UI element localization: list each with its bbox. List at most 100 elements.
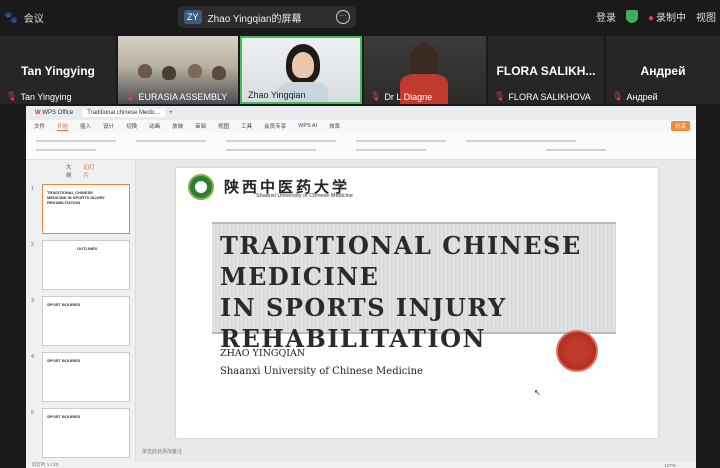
menu-tools[interactable]: 工具 — [241, 122, 252, 130]
slide-thumbnail[interactable]: SPORT INJURIES — [42, 352, 130, 402]
video-person — [138, 64, 152, 78]
ribbon-group — [226, 149, 316, 151]
slide-thumbnail[interactable]: SPORT INJURIES — [42, 296, 130, 346]
menu-view[interactable]: 视图 — [218, 122, 229, 130]
zoom-level[interactable]: 107% — [664, 463, 676, 468]
slide-number: 1 — [31, 186, 35, 192]
slide-number: 5 — [31, 410, 35, 416]
screen-share-indicator[interactable]: ZY Zhao Yingqian的屏幕 ··· — [178, 6, 356, 28]
sharer-avatar: ZY — [184, 10, 202, 24]
ribbon-group — [136, 140, 206, 142]
slide-author: ZHAO YINGQIAN — [220, 348, 306, 359]
status-bar: 幻灯片 1 / 23 107% — [26, 462, 696, 468]
ribbon-group — [356, 149, 426, 151]
menu-home[interactable]: 开始 — [57, 122, 69, 131]
participant-label: Dr L Diagne — [384, 91, 433, 102]
menu-transition[interactable]: 切换 — [126, 122, 137, 130]
slide-thumbnail[interactable]: OUTLINES — [42, 240, 130, 290]
video-person — [188, 64, 202, 78]
paw-icon: 🐾 — [4, 11, 18, 24]
title-banner: TRADITIONAL CHINESE MEDICINE IN SPORTS I… — [212, 222, 616, 353]
mic-muted-icon: 🎙 — [612, 91, 624, 101]
mic-muted-icon: 🎙 — [124, 91, 136, 101]
participant-gallery: Tan Yingying 🎙 Tan Yingying 🎙 EURASIA ASSE… — [0, 34, 720, 106]
video-person — [162, 66, 176, 80]
menu-file[interactable]: 文件 — [34, 122, 45, 130]
thumbnail-title: TRADITIONAL CHINESE MEDICINE IN SPORTS I… — [47, 190, 105, 205]
ribbon-group — [36, 140, 116, 142]
participant-label: Андрей — [626, 91, 658, 102]
ribbon-group — [356, 140, 446, 142]
slide-thumbnail[interactable]: SPORT INJURIES — [42, 408, 130, 458]
menu-design[interactable]: 设计 — [103, 122, 114, 130]
participant-tile[interactable]: 🎙 EURASIA ASSEMBLY — [118, 36, 238, 104]
menu-slideshow[interactable]: 放映 — [172, 122, 183, 130]
slide-affiliation: Shaanxi University of Chinese Medicine — [220, 366, 423, 377]
share-button[interactable]: 分享 — [670, 121, 690, 131]
shared-screen[interactable]: W WPS Office Traditional chinese Medic..… — [26, 106, 696, 468]
slide-title: TRADITIONAL CHINESE MEDICINE IN SPORTS I… — [220, 231, 582, 353]
current-slide[interactable]: 陕西中医药大学 Shaanxi University of Chinese Me… — [176, 168, 658, 438]
slide-counter: 幻灯片 1 / 23 — [32, 462, 59, 467]
login-button[interactable]: 登录 — [596, 9, 616, 24]
thumbnail-title: SPORT INJURIES — [47, 358, 81, 363]
menu-animation[interactable]: 动画 — [149, 122, 160, 130]
ribbon-group — [36, 149, 96, 151]
slide-thumbnail-panel: 大纲 幻灯片 1 TRADITIONAL CHINESE MEDICINE IN… — [26, 160, 136, 462]
ribbon-toolbar[interactable] — [26, 132, 696, 160]
video-person — [410, 44, 438, 78]
view-button[interactable]: 视图 — [696, 9, 716, 24]
recording-indicator[interactable]: ● 录制中 — [648, 9, 686, 24]
mouse-cursor-icon: ↖ — [534, 388, 541, 397]
ribbon-group — [466, 140, 576, 142]
menu-efficiency[interactable]: 效率 — [329, 122, 340, 130]
mic-muted-icon: 🎙 — [6, 91, 18, 101]
active-speaker-tile[interactable]: Zhao Yingqian — [240, 36, 362, 104]
wps-menu-bar: 文件 开始 插入 设计 切换 动画 放映 审阅 视图 工具 会员专享 WPS A… — [26, 120, 696, 132]
record-dot-icon: ● — [647, 13, 654, 24]
security-shield-icon[interactable] — [625, 10, 638, 23]
document-tab[interactable]: Traditional chinese Medic... — [82, 109, 166, 117]
slide-number: 3 — [31, 298, 35, 304]
wps-app-tab-label: WPS Office — [42, 110, 74, 116]
slide-number: 2 — [31, 242, 35, 248]
university-logo — [188, 174, 214, 200]
menu-insert[interactable]: 插入 — [80, 122, 91, 130]
thumbnail-title: SPORT INJURIES — [47, 302, 81, 307]
thumbnail-title: SPORT INJURIES — [47, 414, 81, 419]
menu-wps-ai[interactable]: WPS AI — [298, 123, 317, 129]
participant-tile[interactable]: Андрей 🎙 Андрей — [606, 36, 720, 104]
slide-editor-canvas[interactable]: 陕西中医药大学 Shaanxi University of Chinese Me… — [136, 160, 696, 462]
participant-label: EURASIA ASSEMBLY — [138, 91, 228, 102]
menu-member[interactable]: 会员专享 — [264, 122, 286, 130]
participant-big-name: Андрей — [640, 64, 686, 78]
thumbnail-title: OUTLINES — [77, 246, 98, 251]
new-tab-icon[interactable]: + — [169, 110, 173, 116]
notes-area[interactable]: 单击此处添加备注 — [136, 442, 696, 462]
meeting-label: 会议 — [23, 13, 44, 25]
video-person — [212, 66, 226, 80]
slide-number: 4 — [31, 354, 35, 360]
participant-big-name: FLORA SALIKH... — [496, 64, 596, 78]
participant-tile[interactable]: 🎙 Dr L Diagne — [364, 36, 486, 104]
mic-muted-icon: 🎙 — [370, 91, 382, 101]
participant-label: Tan Yingying — [20, 91, 72, 102]
more-options-icon[interactable]: ··· — [336, 10, 350, 24]
participant-tile[interactable]: Tan Yingying 🎙 Tan Yingying — [0, 36, 116, 104]
share-title: Zhao Yingqian的屏幕 — [207, 13, 302, 25]
red-seal-stamp — [556, 330, 598, 372]
ribbon-group — [226, 140, 336, 142]
wps-app-tab[interactable]: W WPS Office — [30, 109, 78, 117]
meeting-top-bar: 🐾 会议 ZY Zhao Yingqian的屏幕 ··· 登录 ● 录制中 视图 — [0, 0, 720, 34]
participant-tile[interactable]: FLORA SALIKH... 🎙 FLORA SALIKHOVA — [488, 36, 604, 104]
participant-big-name: Tan Yingying — [21, 64, 95, 78]
menu-review[interactable]: 审阅 — [195, 122, 206, 130]
slide-thumbnail[interactable]: TRADITIONAL CHINESE MEDICINE IN SPORTS I… — [42, 184, 130, 234]
tab-outline[interactable]: 大纲 — [66, 163, 74, 179]
wps-tab-bar: W WPS Office Traditional chinese Medic..… — [26, 106, 696, 120]
participant-label: FLORA SALIKHOVA — [508, 91, 591, 102]
meeting-menu[interactable]: 🐾 会议 — [0, 10, 44, 25]
ribbon-group — [546, 149, 606, 151]
tab-slides[interactable]: 幻灯片 — [84, 163, 95, 179]
university-name-english: Shaanxi University of Chinese Medicine — [256, 193, 353, 199]
